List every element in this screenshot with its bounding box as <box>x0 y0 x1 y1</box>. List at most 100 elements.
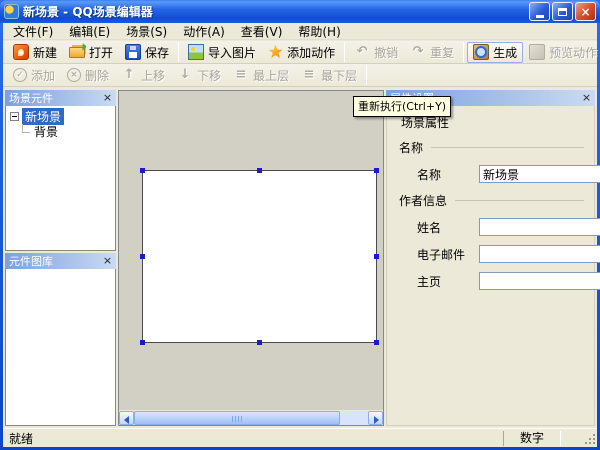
group-divider-line <box>431 147 584 148</box>
selection-handle[interactable] <box>140 340 145 345</box>
menu-file[interactable]: 文件(F) <box>5 22 61 41</box>
window-title: 新场景 - QQ场景编辑器 <box>23 3 525 20</box>
selection-handle[interactable] <box>140 254 145 259</box>
name-input[interactable] <box>479 165 600 183</box>
open-button-label: 打开 <box>89 44 113 61</box>
minimize-icon <box>536 15 544 18</box>
tree-collapse-icon[interactable] <box>10 112 19 121</box>
generate-gear-icon <box>473 44 489 60</box>
scroll-right-arrow-icon[interactable] <box>368 411 383 425</box>
titlebar[interactable]: 新场景 - QQ场景编辑器 × <box>0 0 600 23</box>
group-divider-line <box>455 200 584 201</box>
undo-button: ↶ 撤销 <box>348 42 404 63</box>
add-action-button[interactable]: 添加动作 <box>262 42 341 63</box>
toolbar-separator <box>463 42 464 62</box>
layers-icon: ≡ <box>233 67 249 83</box>
check-circle-icon: ✓ <box>13 68 27 82</box>
menu-scene[interactable]: 场景(S) <box>118 22 175 41</box>
close-icon: × <box>580 5 590 19</box>
redo-label: 重复 <box>430 44 454 61</box>
properties-body: 场景属性 名称 名称 作者信息 姓名 <box>386 106 595 426</box>
resize-grip[interactable] <box>583 431 597 446</box>
add-element-label: 添加 <box>31 67 55 84</box>
toolbar-separator <box>344 42 345 62</box>
homepage-input[interactable] <box>479 272 600 290</box>
move-down-label: 下移 <box>197 67 221 84</box>
author-name-field-row: 姓名 <box>417 218 582 236</box>
menu-view[interactable]: 查看(V) <box>233 22 291 41</box>
homepage-field-row: 主页 <box>417 272 582 290</box>
close-button[interactable]: × <box>575 2 596 21</box>
scene-canvas[interactable] <box>118 90 384 426</box>
scrollbar-thumb[interactable] <box>134 411 340 425</box>
gallery-body[interactable] <box>5 269 116 426</box>
author-group: 作者信息 <box>399 192 584 209</box>
bottommost-button: ≡ 最下层 <box>295 65 363 86</box>
selection-handle[interactable] <box>257 168 262 173</box>
menu-help[interactable]: 帮助(H) <box>290 22 348 41</box>
panel-close-icon[interactable]: × <box>580 92 593 105</box>
author-name-label: 姓名 <box>417 219 479 236</box>
name-field-label: 名称 <box>417 166 479 183</box>
name-group-label: 名称 <box>399 139 423 156</box>
scene-elements-title: 场景元件 <box>9 90 53 106</box>
panel-close-icon[interactable]: × <box>101 92 114 105</box>
down-arrow-icon: ↓ <box>177 67 193 83</box>
cross-circle-icon: × <box>67 68 81 82</box>
selection-handle[interactable] <box>374 254 379 259</box>
tree-child-row[interactable]: 背景 <box>16 124 113 139</box>
save-button[interactable]: 保存 <box>119 42 175 63</box>
generate-button[interactable]: 生成 <box>467 42 523 63</box>
tree-child-label[interactable]: 背景 <box>34 123 58 140</box>
email-label: 电子邮件 <box>417 246 479 263</box>
author-name-input[interactable] <box>479 218 600 236</box>
open-button[interactable]: 打开 <box>63 42 119 63</box>
redo-arrow-icon: ↷ <box>410 44 426 60</box>
toolbar-layer: ✓ 添加 × 删除 ↑ 上移 ↓ 下移 ≡ 最上层 ≡ 最下层 <box>3 64 597 87</box>
toolbar-main: 新建 打开 保存 导入图片 添加动作 ↶ 撤销 <box>3 41 597 64</box>
num-lock-indicator: 数字 <box>503 431 561 446</box>
preview-action-label: 预览动作 <box>549 44 597 61</box>
menu-action[interactable]: 动作(A) <box>175 22 233 41</box>
up-arrow-icon: ↑ <box>121 67 137 83</box>
app-body: 文件(F) 编辑(E) 场景(S) 动作(A) 查看(V) 帮助(H) 新建 打… <box>3 23 597 447</box>
new-button-label: 新建 <box>33 44 57 61</box>
import-image-label: 导入图片 <box>208 44 256 61</box>
name-field-row: 名称 <box>417 165 582 183</box>
delete-element-button: × 删除 <box>61 65 115 86</box>
menu-edit[interactable]: 编辑(E) <box>61 22 118 41</box>
gallery-title: 元件图库 <box>9 253 53 269</box>
scroll-left-arrow-icon[interactable] <box>119 411 134 425</box>
bottommost-label: 最下层 <box>321 67 357 84</box>
scene-elements-panel: 场景元件 × 新场景 背景 <box>5 90 116 251</box>
name-group: 名称 <box>399 139 584 156</box>
toolbar-separator <box>366 65 367 85</box>
selection-handle[interactable] <box>140 168 145 173</box>
selection-handle[interactable] <box>374 340 379 345</box>
undo-arrow-icon: ↶ <box>354 44 370 60</box>
scrollbar-track[interactable] <box>134 411 368 425</box>
tree-root-row[interactable]: 新场景 <box>8 109 113 124</box>
add-element-button: ✓ 添加 <box>7 65 61 86</box>
scene-elements-header[interactable]: 场景元件 × <box>5 90 116 106</box>
image-icon <box>188 44 204 60</box>
horizontal-scrollbar[interactable] <box>119 410 383 425</box>
save-button-label: 保存 <box>145 44 169 61</box>
topmost-button: ≡ 最上层 <box>227 65 295 86</box>
scene-elements-body: 新场景 背景 <box>5 106 116 251</box>
maximize-button[interactable] <box>552 2 573 21</box>
new-button[interactable]: 新建 <box>7 42 63 63</box>
selection-handle[interactable] <box>374 168 379 173</box>
scene-background-element[interactable] <box>142 170 377 343</box>
panel-close-icon[interactable]: × <box>101 255 114 268</box>
gallery-header[interactable]: 元件图库 × <box>5 253 116 269</box>
new-icon <box>13 44 29 60</box>
selection-handle[interactable] <box>257 340 262 345</box>
minimize-button[interactable] <box>529 2 550 21</box>
status-text: 就绪 <box>3 430 503 447</box>
move-up-label: 上移 <box>141 67 165 84</box>
email-input[interactable] <box>479 245 600 263</box>
import-image-button[interactable]: 导入图片 <box>182 42 262 63</box>
tree-branch-line <box>22 124 30 133</box>
app-icon <box>4 4 19 19</box>
